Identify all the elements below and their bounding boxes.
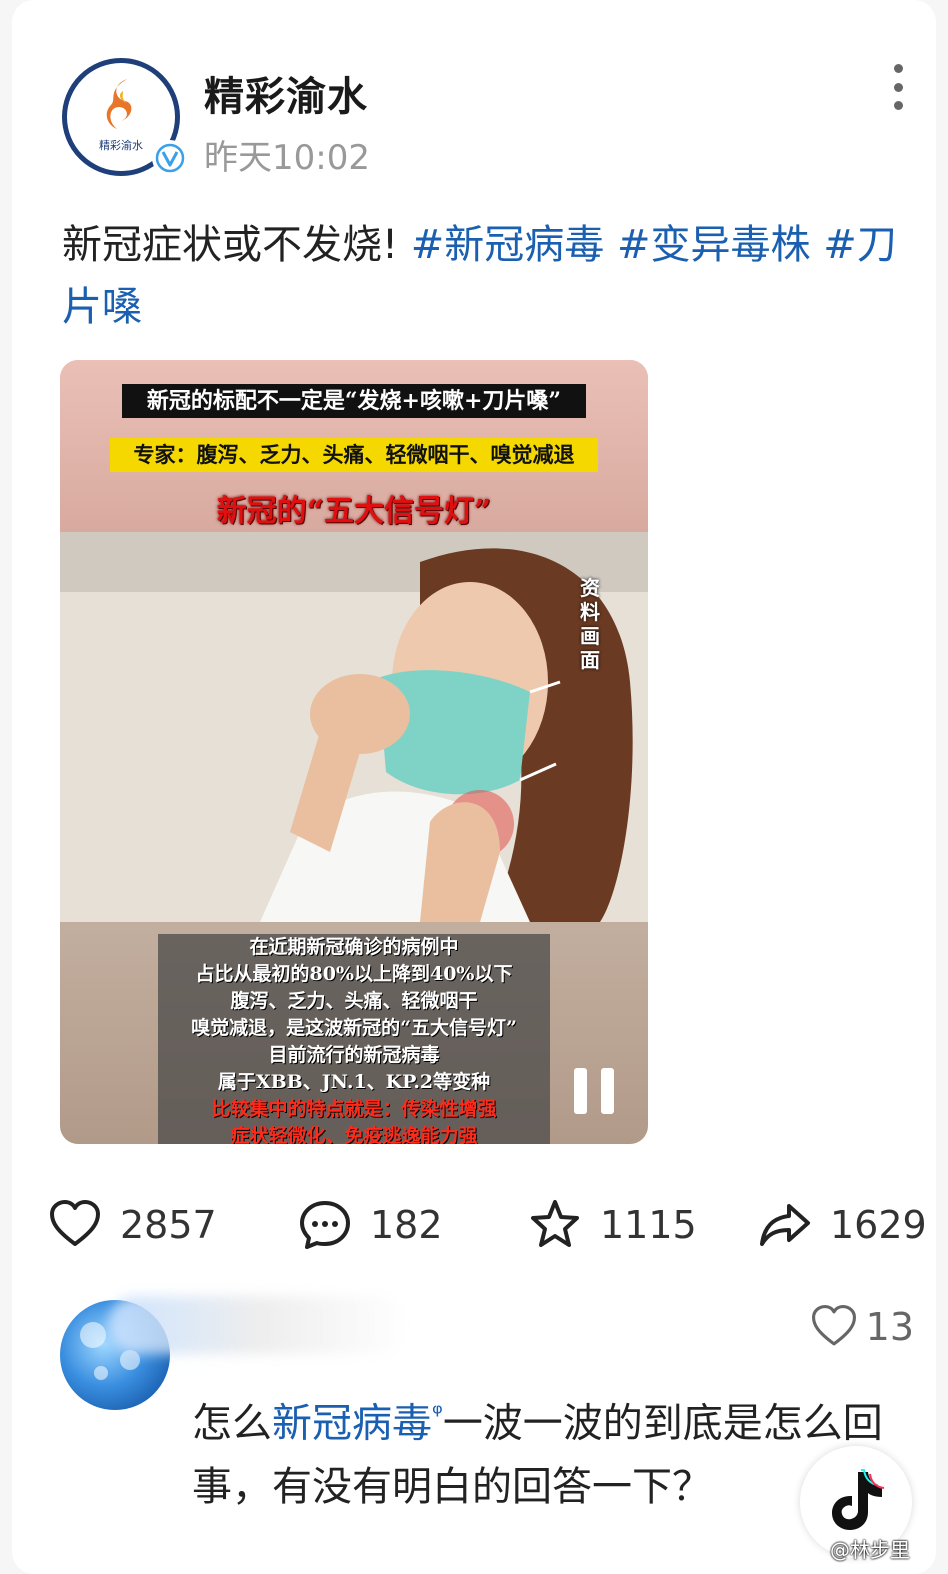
hashtag-link[interactable]: #变异毒株 <box>617 222 811 268</box>
watermark-text: @林步里 <box>830 1538 910 1562</box>
video-banner-experts: 专家：腹泻、乏力、头痛、轻微咽干、嗅觉减退 <box>110 438 598 472</box>
share-button[interactable]: 1629 <box>758 1190 927 1260</box>
more-options-button[interactable] <box>886 64 910 110</box>
author-name[interactable]: 精彩渝水 <box>204 64 368 122</box>
subtitle-line: 在近期新冠确诊的病例中 <box>249 936 459 958</box>
hashtag-link[interactable]: #新冠病毒 <box>411 222 605 268</box>
video-banner-signals: 新冠的“五大信号灯” <box>216 494 492 529</box>
subtitle-line: 目前流行的新冠病毒 <box>268 1044 440 1066</box>
video-frame-image: 资料画面 <box>60 532 648 922</box>
comment-keyword-link[interactable]: 新冠病毒 <box>272 1400 432 1446</box>
favorite-count: 1115 <box>600 1203 697 1247</box>
comment-like-count: 13 <box>865 1305 914 1349</box>
search-icon[interactable]: ᵠ <box>432 1399 443 1429</box>
brand-logo-icon <box>106 79 132 129</box>
share-count: 1629 <box>830 1203 927 1247</box>
star-icon <box>531 1200 579 1247</box>
comment-count: 182 <box>370 1203 443 1247</box>
heart-icon <box>50 1200 100 1246</box>
pause-icon[interactable] <box>574 1068 614 1114</box>
video-side-label: 资料画面 <box>580 576 600 672</box>
comment-icon <box>300 1201 350 1249</box>
post-text: 新冠症状或不发烧! #新冠病毒 #变异毒株 #刀片嗓 <box>62 214 922 338</box>
subtitle-line: 占比从最初的80%以上降到40%以下 <box>195 963 513 985</box>
verified-badge-icon <box>152 140 188 176</box>
woman-coughing-illustration <box>60 532 648 922</box>
subtitle-line: 属于XBB、JN.1、KP.2等变种 <box>217 1071 491 1093</box>
video-banner-title: 新冠的标配不一定是“发烧+咳嗽+刀片嗓” <box>122 384 586 418</box>
post-card: 精彩渝水 精彩渝水 昨天10:02 新冠症状或不发烧! #新冠病毒 #变异毒株 … <box>12 0 936 1574</box>
favorite-button[interactable]: 1115 <box>528 1190 697 1260</box>
post-time: 昨天10:02 <box>204 138 370 178</box>
like-count: 2857 <box>120 1203 217 1247</box>
video-player[interactable]: 新冠的标配不一定是“发烧+咳嗽+刀片嗓” 专家：腹泻、乏力、头痛、轻微咽干、嗅觉… <box>60 360 648 1144</box>
video-subtitle-box: 在近期新冠确诊的病例中 占比从最初的80%以上降到40%以下 腹泻、乏力、头痛、… <box>158 934 550 1144</box>
subtitle-line: 嗅觉减退，是这波新冠的“五大信号灯” <box>191 1017 517 1039</box>
subtitle-line-highlight: 症状轻微化、免疫逃逸能力强 <box>230 1125 478 1144</box>
comment-text-part: 怎么 <box>192 1400 272 1447</box>
post-body: 新冠症状或不发烧! <box>62 222 399 268</box>
comment-like-button[interactable]: 13 <box>810 1300 914 1354</box>
comment-button[interactable]: 182 <box>298 1190 443 1260</box>
heart-icon <box>811 1305 856 1346</box>
subtitle-line: 腹泻、乏力、头痛、轻微咽干 <box>230 990 478 1012</box>
subtitle-line-highlight: 比较集中的特点就是：传染性增强 <box>211 1098 497 1120</box>
like-button[interactable]: 2857 <box>48 1190 217 1260</box>
share-arrow-icon <box>760 1204 810 1246</box>
commenter-name-blurred <box>108 1296 408 1354</box>
action-bar: 2857 182 1115 1629 <box>48 1190 928 1260</box>
